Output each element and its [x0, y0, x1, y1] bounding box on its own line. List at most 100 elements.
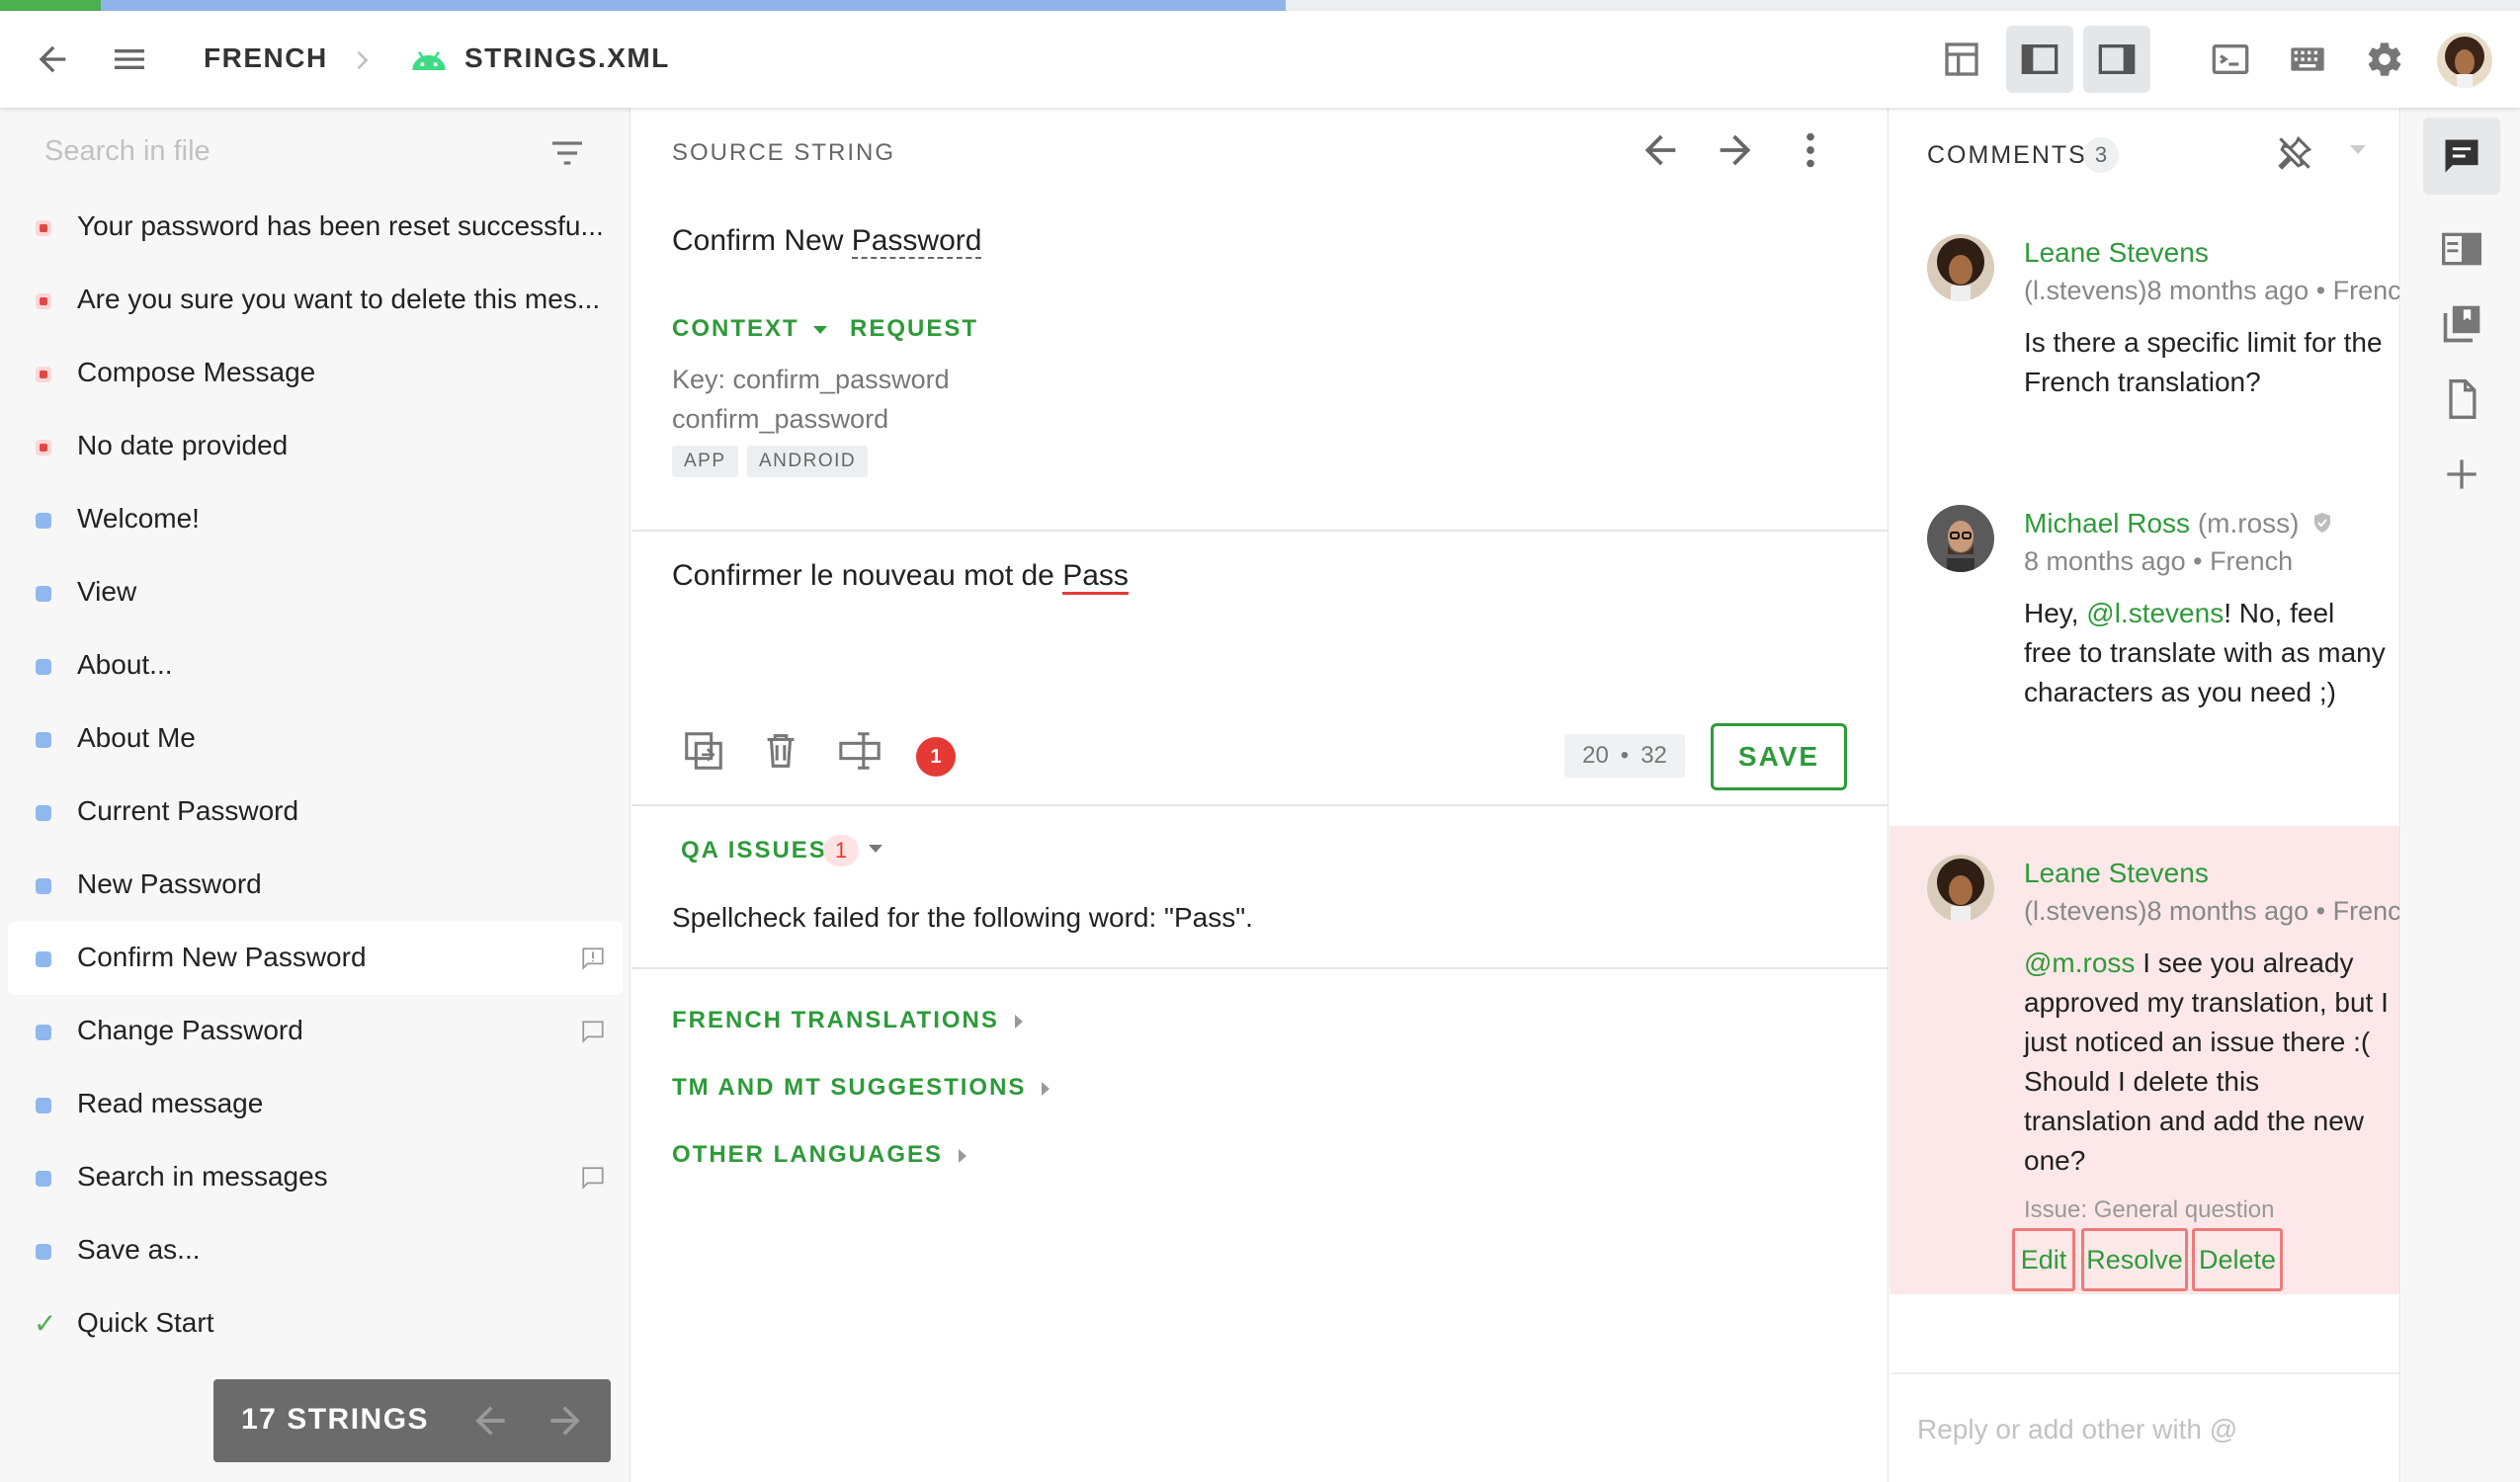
qa-issues-toggle[interactable]: QA ISSUES	[681, 837, 827, 864]
untranslated-status-icon	[36, 440, 51, 455]
string-list-item[interactable]: Save as...	[8, 1214, 623, 1287]
comments-icon[interactable]	[2423, 118, 2500, 195]
back-arrow-icon[interactable]	[28, 35, 77, 84]
comment-author[interactable]: Leane Stevens	[2024, 237, 2209, 269]
issue-count-badge[interactable]: 1	[916, 737, 956, 777]
edit-button[interactable]: Edit	[2012, 1228, 2075, 1291]
string-label: Your password has been reset successfu..…	[77, 210, 604, 241]
string-label: New Password	[77, 868, 262, 899]
menu-icon[interactable]	[105, 35, 154, 84]
comment-author[interactable]: Michael Ross	[2024, 508, 2190, 538]
text-cursor-icon[interactable]	[837, 728, 882, 774]
string-list-item[interactable]: Compose Message	[8, 337, 623, 410]
string-label: About...	[77, 649, 173, 680]
string-list-item[interactable]: Current Password	[8, 776, 623, 849]
right-panel-icon[interactable]	[2083, 26, 2150, 93]
translated-status-icon	[36, 805, 51, 821]
caret-right-icon	[1014, 1014, 1023, 1029]
more-options-icon[interactable]	[1788, 127, 1833, 173]
string-label: About Me	[77, 722, 196, 753]
avatar	[1927, 855, 1994, 922]
next-page-icon[interactable]	[544, 1399, 587, 1442]
reply-placeholder: Reply or add other with @	[1917, 1414, 2238, 1444]
copy-source-icon[interactable]	[681, 728, 726, 774]
previous-string-icon[interactable]	[1638, 127, 1683, 173]
reply-input[interactable]: Reply or add other with @	[1890, 1372, 2399, 1482]
string-label: Save as...	[77, 1234, 201, 1265]
translation-input[interactable]: Confirmer le nouveau mot de Pass	[672, 559, 1129, 595]
avatar[interactable]	[2437, 33, 2492, 88]
string-label: Compose Message	[77, 357, 316, 387]
keyboard-icon[interactable]	[2283, 35, 2332, 84]
string-list-item[interactable]: Change Password	[8, 995, 623, 1068]
top-bar: FRENCH STRINGS.XML	[0, 11, 2520, 108]
string-list-item[interactable]: Your password has been reset successfu..…	[8, 191, 623, 264]
breadcrumb-file[interactable]: STRINGS.XML	[464, 42, 670, 74]
sidebar-icon[interactable]	[2423, 210, 2500, 288]
verified-shield-icon	[2310, 510, 2334, 541]
save-button[interactable]: SAVE	[1711, 723, 1847, 790]
avatar	[1927, 234, 1994, 301]
string-list-item[interactable]: New Password	[8, 849, 623, 922]
string-list-item[interactable]: About Me	[8, 702, 623, 776]
string-label: Search in messages	[77, 1161, 328, 1192]
comment-text: I see you already approved my translatio…	[2024, 947, 2389, 1176]
divider	[631, 967, 1889, 969]
counter-translation: 20	[1582, 742, 1609, 769]
string-list-item[interactable]: About...	[8, 629, 623, 702]
comment-username: (m.ross)	[2190, 508, 2300, 538]
source-text-part: Confirm New	[672, 224, 852, 257]
comment-icon	[579, 1165, 607, 1191]
string-list-item[interactable]: Confirm New Password	[8, 922, 623, 995]
terminal-icon[interactable]	[2206, 35, 2255, 84]
section-french-translations[interactable]: FRENCH TRANSLATIONS	[672, 1007, 1023, 1034]
plus-icon[interactable]	[2423, 436, 2500, 513]
string-list-item[interactable]: ✓ Quick Start	[8, 1287, 623, 1360]
tag-app: APP	[672, 446, 738, 477]
search-input[interactable]: Search in file	[44, 135, 210, 168]
string-label: Are you sure you want to delete this mes…	[77, 284, 601, 314]
delete-icon[interactable]	[758, 728, 803, 774]
translated-status-icon	[36, 586, 51, 602]
translation-progress-bar	[0, 0, 2520, 11]
mention-link[interactable]: @l.stevens	[2086, 598, 2224, 628]
key-line: Key: confirm_password	[672, 365, 950, 394]
string-list-item[interactable]: Welcome!	[8, 483, 623, 556]
misspelled-word[interactable]: Pass	[1062, 559, 1129, 595]
gear-icon[interactable]	[2360, 35, 2409, 84]
pin-off-icon[interactable]	[2273, 131, 2316, 175]
filter-icon[interactable]	[544, 133, 591, 173]
previous-page-icon[interactable]	[468, 1399, 512, 1442]
counter-source: 32	[1640, 742, 1667, 769]
key-value: confirm_password	[672, 404, 889, 434]
string-label: Welcome!	[77, 503, 200, 534]
string-label: View	[77, 576, 137, 607]
android-icon	[409, 41, 449, 80]
section-other-languages[interactable]: OTHER LANGUAGES	[672, 1141, 967, 1169]
mention-link[interactable]: @m.ross	[2024, 947, 2135, 978]
string-list-item[interactable]: No date provided	[8, 410, 623, 483]
resolve-button[interactable]: Resolve	[2081, 1228, 2188, 1291]
caret-down-icon[interactable]	[2350, 145, 2366, 154]
next-string-icon[interactable]	[1713, 127, 1758, 173]
issue-comment-icon	[579, 946, 607, 971]
breadcrumb-language[interactable]: FRENCH	[204, 42, 328, 74]
string-list-item[interactable]: Read message	[8, 1068, 623, 1141]
glossary-term[interactable]: Password	[851, 224, 982, 259]
source-string-label: SOURCE STRING	[672, 139, 896, 166]
left-panel-icon[interactable]	[2006, 26, 2073, 93]
caret-down-icon[interactable]	[869, 845, 882, 853]
library-icon[interactable]	[2423, 286, 2500, 363]
string-list-item[interactable]: Are you sure you want to delete this mes…	[8, 264, 623, 337]
string-list-item[interactable]: View	[8, 556, 623, 629]
string-list-item[interactable]: Search in messages	[8, 1141, 623, 1214]
delete-button[interactable]: Delete	[2192, 1228, 2283, 1291]
request-link[interactable]: REQUEST	[850, 315, 978, 343]
layout-icon[interactable]	[1937, 35, 1986, 84]
comment-body: Hey, @l.stevens! No, feel free to transl…	[2024, 594, 2390, 712]
file-icon[interactable]	[2423, 361, 2500, 438]
comment-author[interactable]: Leane Stevens	[2024, 858, 2209, 889]
comment-body: Is there a specific limit for the French…	[2024, 327, 2383, 397]
section-tm-mt-suggestions[interactable]: TM AND MT SUGGESTIONS	[672, 1074, 1050, 1102]
context-link[interactable]: CONTEXT	[672, 315, 828, 343]
